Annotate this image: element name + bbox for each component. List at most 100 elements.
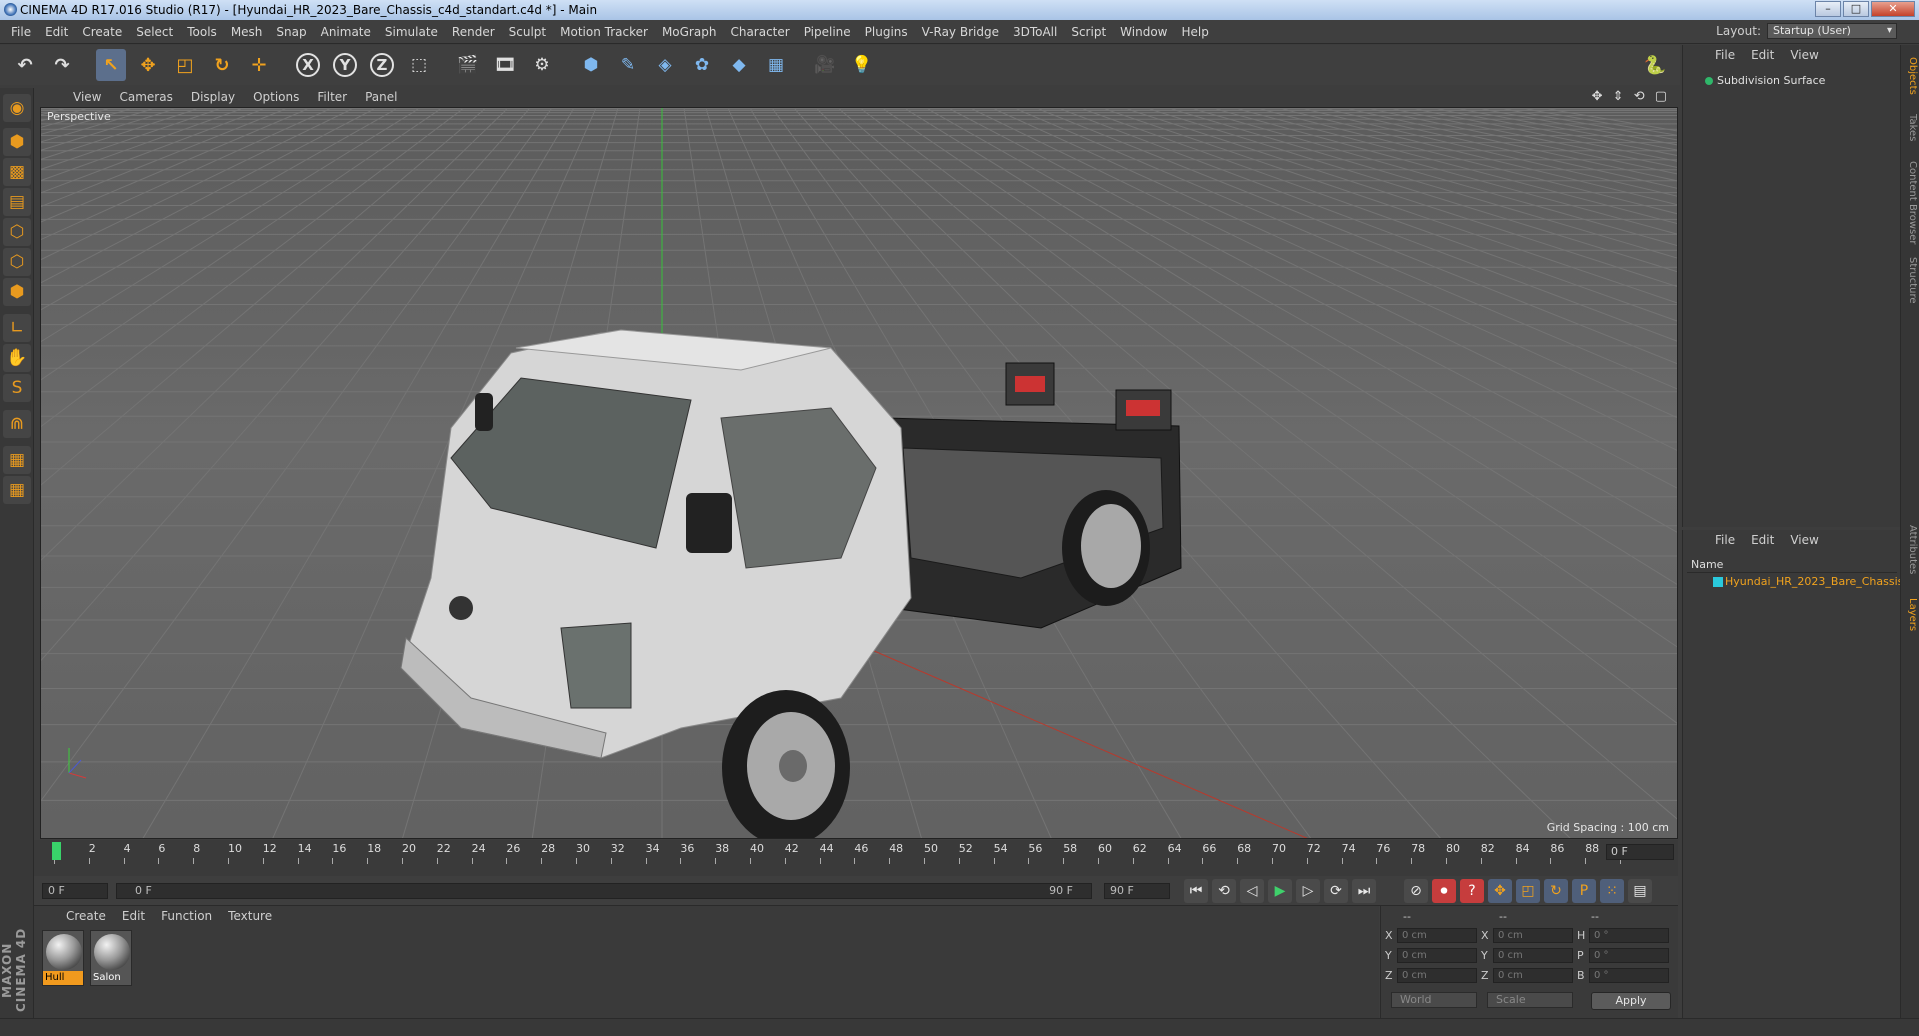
mograph-cloner-icon[interactable]: ✿ (687, 49, 717, 81)
play-button[interactable]: ▶ (1268, 879, 1292, 903)
axis-mode-icon[interactable]: ∟ (3, 314, 31, 342)
polygons-mode-icon[interactable]: ⬢ (3, 278, 31, 306)
model-mode-icon[interactable]: ⬢ (3, 128, 31, 156)
menu-help[interactable]: Help (1174, 25, 1215, 39)
rotate-icon[interactable]: ↻ (207, 49, 237, 81)
coord-mode-dropdown[interactable]: Scale (1487, 992, 1573, 1008)
frame-range-slider[interactable]: 0 F 90 F (116, 883, 1092, 899)
menu-plugins[interactable]: Plugins (858, 25, 915, 39)
axis-y-button[interactable]: Y (330, 49, 360, 81)
menu-edit[interactable]: Edit (38, 25, 75, 39)
prev-frame-button[interactable]: ◁ (1240, 879, 1264, 903)
key-scale-icon[interactable]: ◰ (1516, 879, 1540, 903)
viewport-menu-filter[interactable]: Filter (308, 90, 356, 104)
scale-icon[interactable]: ◰ (170, 49, 200, 81)
render-view-icon[interactable]: 🎬 (453, 49, 483, 81)
right-tab-attributes[interactable]: Attributes (1903, 515, 1918, 585)
make-editable-icon[interactable]: ◉ (3, 94, 31, 122)
menu-character[interactable]: Character (723, 25, 796, 39)
viewport-menu-panel[interactable]: Panel (356, 90, 406, 104)
material-swatch[interactable]: Salon (90, 930, 132, 986)
layer-menu-file[interactable]: File (1707, 533, 1743, 547)
coord-y-field[interactable]: 0 cm (1397, 948, 1477, 963)
points-mode-icon[interactable]: ⬡ (3, 218, 31, 246)
magnet-icon[interactable]: ⋒ (3, 410, 31, 438)
object-row[interactable]: Subdivision Surface (1687, 73, 1897, 89)
record-key-icon[interactable]: ⏺ (1432, 879, 1456, 903)
right-tab-content-browser[interactable]: Content Browser (1903, 155, 1918, 250)
axis-z-button[interactable]: Z (367, 49, 397, 81)
menu-window[interactable]: Window (1113, 25, 1174, 39)
next-frame-button[interactable]: ▷ (1296, 879, 1320, 903)
coord-z-field[interactable]: 0 cm (1493, 968, 1573, 983)
render-settings-icon[interactable]: ⚙ (527, 49, 557, 81)
goto-start-button[interactable]: ⏮ (1184, 879, 1208, 903)
menu-simulate[interactable]: Simulate (378, 25, 445, 39)
texture-mode-icon[interactable]: ▩ (3, 158, 31, 186)
workplane-icon[interactable]: ▤ (3, 188, 31, 216)
light-icon[interactable]: 💡 (847, 49, 877, 81)
menu-mograph[interactable]: MoGraph (655, 25, 724, 39)
menu-v-ray-bridge[interactable]: V-Ray Bridge (915, 25, 1006, 39)
layer-row[interactable]: Hyundai_HR_2023_Bare_Chassis (1687, 574, 1903, 590)
menu-create[interactable]: Create (75, 25, 129, 39)
live-select-icon[interactable]: ✛ (244, 49, 274, 81)
cube-icon[interactable]: ⬢ (576, 49, 606, 81)
apply-button[interactable]: Apply (1591, 992, 1671, 1010)
timeline-icon[interactable]: ▤ (1628, 879, 1652, 903)
close-button[interactable]: ✕ (1871, 1, 1915, 17)
undo-icon[interactable]: ↶ (10, 49, 40, 81)
motion-record-icon[interactable]: ⊘ (1404, 879, 1428, 903)
tweak-mode-icon[interactable]: ✋ (3, 344, 31, 372)
deformer-icon[interactable]: ◆ (724, 49, 754, 81)
coord-y-field[interactable]: 0 cm (1493, 948, 1573, 963)
coordinate-system-icon[interactable]: ⬚ (404, 49, 434, 81)
viewport-menu-options[interactable]: Options (244, 90, 308, 104)
autokey-icon[interactable]: ? (1460, 879, 1484, 903)
material-menu-function[interactable]: Function (153, 909, 220, 923)
current-frame-field[interactable]: 0 F (1606, 844, 1674, 860)
axis-x-button[interactable]: X (293, 49, 323, 81)
key-position-icon[interactable]: ✥ (1488, 879, 1512, 903)
right-tab-structure[interactable]: Structure (1903, 255, 1918, 305)
right-tab-layers[interactable]: Layers (1903, 595, 1918, 635)
key-rotation-icon[interactable]: ↻ (1544, 879, 1568, 903)
playhead-marker[interactable] (52, 842, 61, 860)
floor-icon[interactable]: ▦ (761, 49, 791, 81)
coord-p-field[interactable]: 0 ° (1589, 948, 1669, 963)
material-menu-create[interactable]: Create (58, 909, 114, 923)
coord-system-dropdown[interactable]: World (1391, 992, 1477, 1008)
key-param-icon[interactable]: P (1572, 879, 1596, 903)
end-frame-field[interactable]: 90 F (1104, 883, 1170, 899)
coord-x-field[interactable]: 0 cm (1397, 928, 1477, 943)
lock-workplane-icon[interactable]: ▦ (3, 446, 31, 474)
coord-z-field[interactable]: 0 cm (1397, 968, 1477, 983)
menu-animate[interactable]: Animate (314, 25, 378, 39)
minimize-button[interactable]: – (1815, 1, 1841, 17)
material-menu-texture[interactable]: Texture (220, 909, 280, 923)
maximize-button[interactable]: □ (1843, 1, 1869, 17)
redo-icon[interactable]: ↷ (47, 49, 77, 81)
next-key-button[interactable]: ⟳ (1324, 879, 1348, 903)
move-icon[interactable]: ✥ (133, 49, 163, 81)
python-icon[interactable]: 🐍 (1640, 49, 1670, 81)
menu-script[interactable]: Script (1064, 25, 1113, 39)
start-frame-field[interactable]: 0 F (42, 883, 108, 899)
viewport-menu-display[interactable]: Display (182, 90, 244, 104)
viewport-menu-view[interactable]: View (64, 90, 110, 104)
goto-end-button[interactable]: ⏭ (1352, 879, 1376, 903)
material-swatch[interactable]: Hull (42, 930, 84, 986)
layer-menu-edit[interactable]: Edit (1743, 533, 1782, 547)
pen-spline-icon[interactable]: ✎ (613, 49, 643, 81)
menu-motion-tracker[interactable]: Motion Tracker (553, 25, 655, 39)
snap-icon[interactable]: S (3, 374, 31, 402)
menu-mesh[interactable]: Mesh (224, 25, 270, 39)
right-tab-takes[interactable]: Takes (1903, 105, 1918, 151)
menu-pipeline[interactable]: Pipeline (797, 25, 858, 39)
layout-dropdown[interactable]: Startup (User) (1767, 23, 1897, 39)
coord-h-field[interactable]: 0 ° (1589, 928, 1669, 943)
object-menu-view[interactable]: View (1782, 48, 1826, 62)
planar-workplane-icon[interactable]: ▦ (3, 476, 31, 504)
layer-menu-view[interactable]: View (1782, 533, 1826, 547)
timeline-ruler[interactable]: 0246810121416182022242628303234363840424… (34, 840, 1678, 876)
